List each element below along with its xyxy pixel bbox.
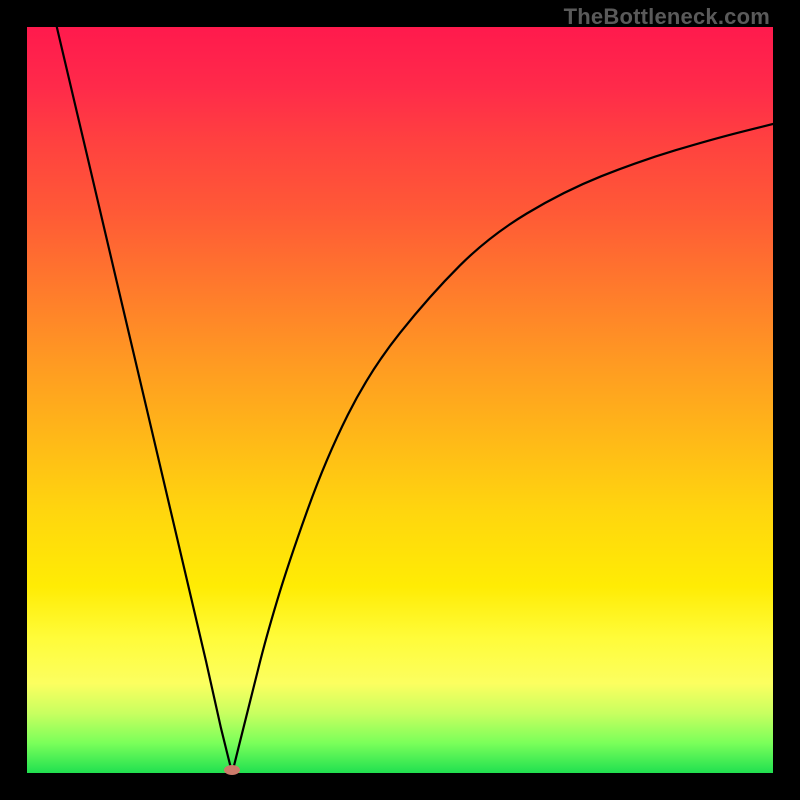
plot-area: [27, 27, 773, 773]
curve-svg: [27, 27, 773, 773]
curve-left-branch: [57, 27, 232, 773]
minimum-marker: [224, 765, 240, 775]
curve-right-branch: [232, 124, 773, 773]
chart-frame: TheBottleneck.com: [0, 0, 800, 800]
